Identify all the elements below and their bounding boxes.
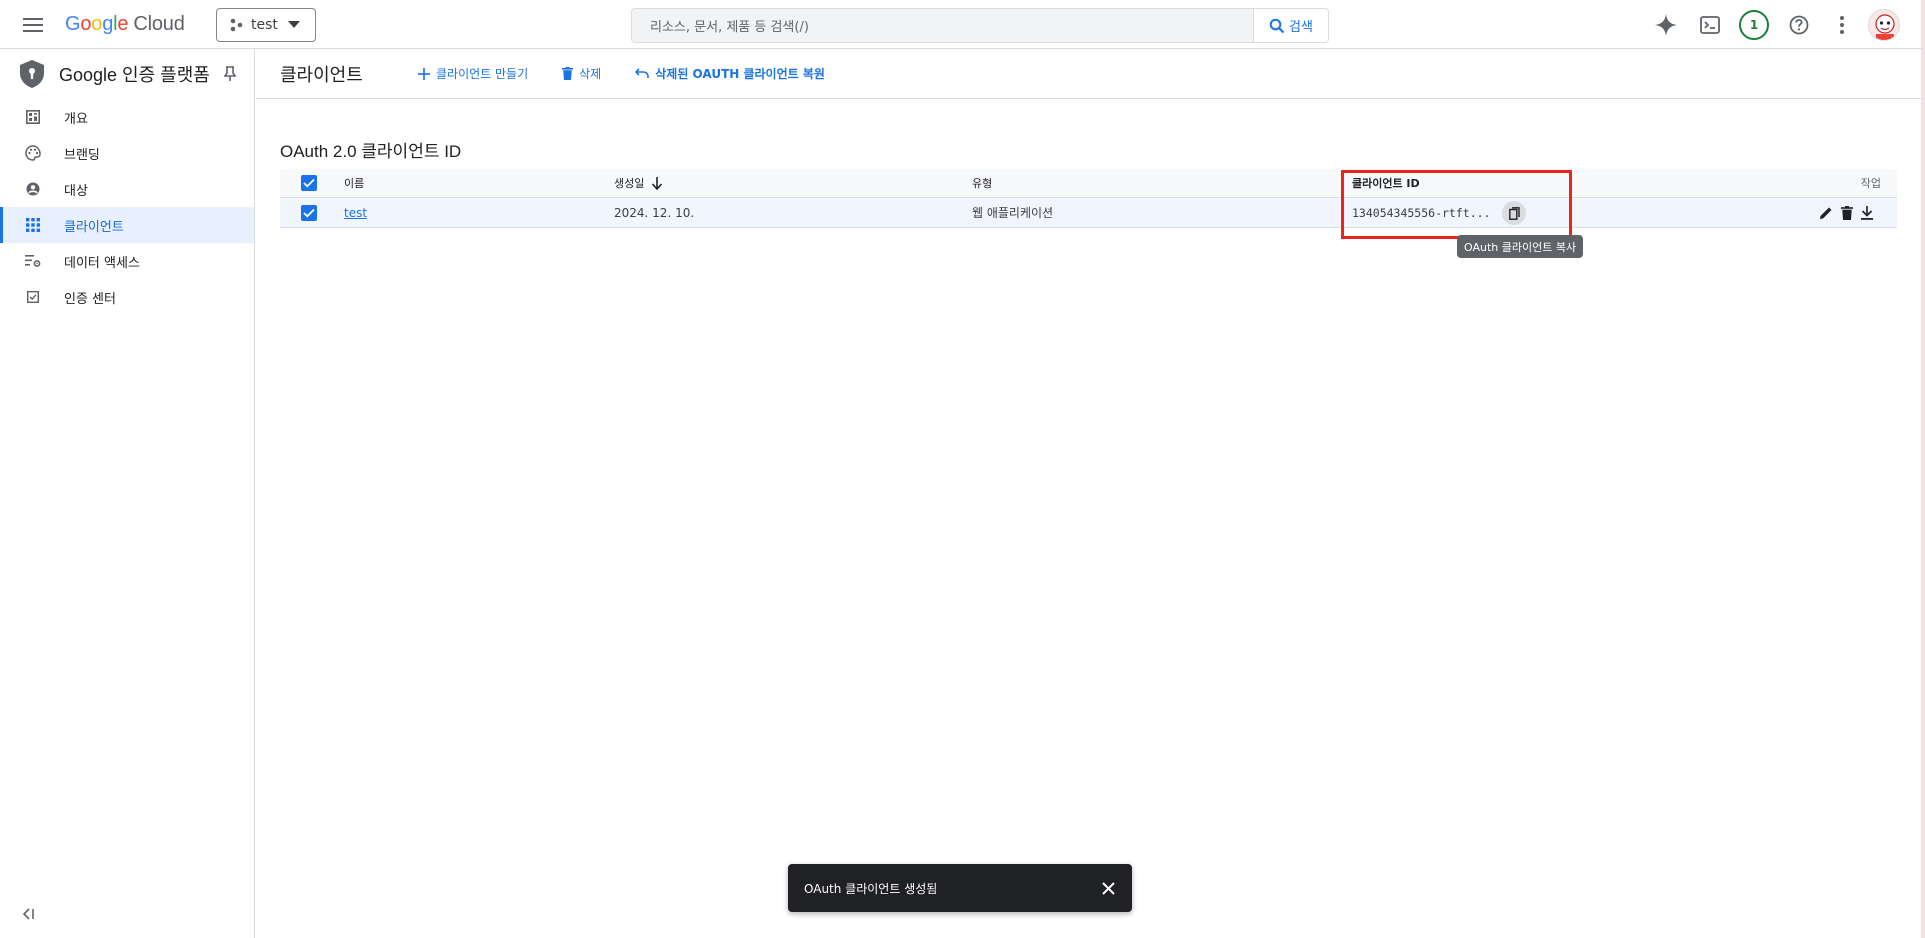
arrow-down-icon: [652, 176, 663, 190]
table-header-row: 이름 생성일 유형 클라이언트 ID 작업: [280, 169, 1897, 198]
create-client-label: 클라이언트 만들기: [436, 67, 529, 81]
page-header: 클라이언트 클라이언트 만들기 삭제 삭제된 OAUTH 클라이언트 복원: [256, 49, 1925, 99]
select-all-checkbox[interactable]: [301, 175, 317, 191]
shield-lock-icon: [20, 60, 44, 88]
client-type: 웹 애플리케이션: [972, 206, 1054, 220]
side-navigation: Google 인증 플랫폼 개요 브랜딩 대상 클라이언트 데이터 액세스 인증…: [0, 49, 255, 938]
cloud-shell-icon[interactable]: [1697, 12, 1723, 38]
section-title: OAuth 2.0 클라이언트 ID: [280, 142, 462, 161]
trash-icon: [562, 67, 574, 80]
row-actions: [1819, 205, 1873, 220]
search-input[interactable]: 리소스, 문서, 제품 등 검색(/): [631, 8, 1254, 43]
header-date-sortable[interactable]: 생성일: [614, 175, 663, 191]
notification-count-badge[interactable]: 1: [1739, 10, 1769, 40]
project-selector[interactable]: test: [216, 8, 316, 42]
user-avatar[interactable]: [1868, 9, 1900, 41]
header-date: 생성일: [614, 177, 645, 190]
sidebar-item-branding[interactable]: 브랜딩: [0, 135, 254, 171]
page-title: 클라이언트: [280, 64, 363, 85]
copy-icon: [1508, 206, 1520, 220]
search-button[interactable]: 검색: [1254, 8, 1329, 43]
help-icon[interactable]: [1786, 12, 1812, 38]
sidebar-item-label: 클라이언트: [64, 219, 124, 235]
snackbar: OAuth 클라이언트 생성됨: [788, 864, 1132, 912]
delete-button[interactable]: 삭제: [562, 65, 601, 82]
header-client-id[interactable]: 클라이언트 ID: [1352, 175, 1420, 191]
copy-tooltip: OAuth 클라이언트 복사: [1457, 235, 1584, 258]
header-name[interactable]: 이름: [344, 175, 364, 191]
apps-grid-icon: [24, 216, 42, 234]
search-placeholder: 리소스, 문서, 제품 등 검색(/): [650, 20, 809, 35]
restore-deleted-clients-button[interactable]: 삭제된 OAUTH 클라이언트 복원: [635, 65, 825, 82]
restore-label: 삭제된 OAUTH 클라이언트 복원: [655, 67, 825, 81]
window-edge-right: [1921, 0, 1925, 938]
sidebar-item-verification-center[interactable]: 인증 센터: [0, 279, 254, 315]
top-bar: Google Cloud test 리소스, 문서, 제품 등 검색(/) 검색 …: [0, 0, 1925, 49]
palette-icon: [24, 144, 42, 162]
edit-pencil-icon[interactable]: [1819, 206, 1833, 220]
snackbar-message: OAuth 클라이언트 생성됨: [804, 881, 938, 896]
download-icon[interactable]: [1861, 205, 1873, 220]
main-content: 클라이언트 클라이언트 만들기 삭제 삭제된 OAUTH 클라이언트 복원 OA…: [256, 49, 1925, 938]
header-actions: 작업: [1860, 177, 1881, 190]
sidebar-item-overview[interactable]: 개요: [0, 99, 254, 135]
sidebar-item-audience[interactable]: 대상: [0, 171, 254, 207]
oauth-clients-table: 이름 생성일 유형 클라이언트 ID 작업 test 2024. 12. 10.…: [280, 169, 1897, 228]
client-id-value: 134054345556-rtft...: [1352, 205, 1491, 220]
sidebar-item-label: 인증 센터: [64, 291, 116, 307]
client-name-link[interactable]: test: [344, 206, 367, 220]
client-created-date: 2024. 12. 10.: [614, 205, 695, 220]
project-name: test: [251, 17, 278, 33]
row-checkbox[interactable]: [301, 204, 317, 221]
search-button-label: 검색: [1289, 20, 1313, 35]
delete-label: 삭제: [579, 67, 602, 81]
sidebar-item-label: 대상: [64, 183, 88, 199]
sidebar-item-label: 개요: [64, 111, 88, 127]
dropdown-arrow-icon: [287, 21, 300, 29]
add-icon: [418, 67, 430, 80]
product-title: Google 인증 플랫폼: [59, 65, 210, 85]
google-cloud-logo[interactable]: Google Cloud: [65, 13, 185, 36]
close-icon[interactable]: [1098, 878, 1118, 898]
nav-header: Google 인증 플랫폼: [0, 49, 254, 99]
gemini-sparkle-icon[interactable]: [1653, 12, 1679, 38]
sidebar-item-label: 브랜딩: [64, 147, 100, 163]
search-icon: [1269, 18, 1285, 34]
person-icon: [24, 180, 42, 198]
sidebar-item-data-access[interactable]: 데이터 액세스: [0, 243, 254, 279]
copy-client-id-button[interactable]: [1502, 201, 1526, 225]
dashboard-icon: [24, 108, 42, 126]
project-icon: [229, 18, 243, 32]
data-settings-icon: [24, 252, 42, 270]
hamburger-menu-icon[interactable]: [20, 12, 46, 38]
sidebar-item-clients[interactable]: 클라이언트: [0, 207, 254, 243]
collapse-nav-icon[interactable]: [22, 908, 36, 920]
create-client-button[interactable]: 클라이언트 만들기: [418, 65, 528, 82]
more-vert-icon[interactable]: [1829, 12, 1855, 38]
sidebar-item-label: 데이터 액세스: [64, 255, 140, 271]
header-type[interactable]: 유형: [972, 175, 992, 191]
table-row[interactable]: test 2024. 12. 10. 웹 애플리케이션 134054345556…: [280, 198, 1897, 228]
checkbox-icon: [24, 288, 42, 306]
delete-trash-icon[interactable]: [1841, 205, 1853, 220]
pin-icon[interactable]: [223, 66, 236, 82]
undo-icon: [635, 68, 650, 79]
